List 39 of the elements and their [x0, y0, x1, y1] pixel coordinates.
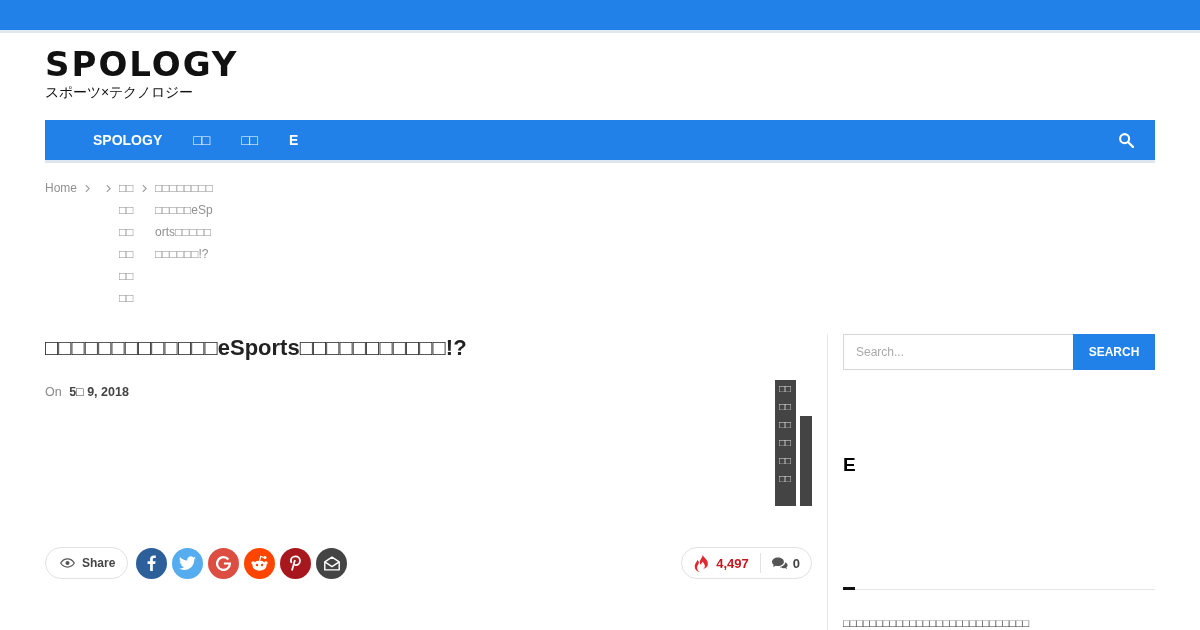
breadcrumb-link[interactable]: □□□□□□ □□□□□□	[119, 177, 134, 309]
reddit-share-button[interactable]	[244, 547, 276, 579]
search-button[interactable]: SEARCH	[1073, 334, 1155, 370]
chevron-icon	[85, 183, 90, 193]
breadcrumb-current: □□□□□□□□□□□□□eSports□□□□□□□□□□□!?	[155, 180, 214, 263]
dash-icon	[843, 587, 855, 590]
nav-link[interactable]: SPOLOGY	[93, 131, 163, 149]
google-share-button[interactable]	[208, 547, 240, 579]
date-prefix: On	[45, 385, 62, 399]
view-count: 4,497	[716, 555, 749, 571]
flame-icon	[694, 554, 710, 572]
twitter-icon	[179, 556, 197, 570]
envelope-icon	[323, 555, 340, 571]
site-tagline: スポーツ×テクノロジー	[45, 84, 194, 100]
reddit-icon	[251, 555, 269, 571]
nav-link[interactable]: E	[289, 131, 299, 149]
pinterest-share-button[interactable]	[280, 547, 312, 579]
comment-count: 0	[792, 555, 800, 571]
share-button[interactable]: Share	[45, 547, 129, 579]
search-field[interactable]: Search...	[843, 334, 1073, 370]
site-logo[interactable]: SPOLOGY	[45, 49, 239, 79]
nav-link[interactable]: □□	[193, 131, 211, 149]
nav-link[interactable]: □□	[241, 131, 259, 149]
google-icon	[216, 555, 232, 571]
widget-title: E	[843, 455, 856, 475]
pinterest-icon	[290, 555, 302, 571]
facebook-share-button[interactable]	[136, 547, 168, 579]
post-link[interactable]: □□□□□□□□□□□□□□□□□□□□□□□□□□□□	[843, 616, 1030, 630]
post-date: 5□ 9, 2018	[69, 385, 129, 399]
eye-icon	[60, 558, 75, 568]
comments-icon[interactable]	[771, 557, 788, 569]
article-title: □□□□□□□□□□□□□eSports□□□□□□□□□□□!?	[45, 334, 468, 362]
email-share-button[interactable]	[316, 547, 348, 579]
chevron-icon	[142, 183, 147, 193]
category-badge[interactable]: □□□□□□ □□□□□□	[775, 380, 796, 506]
search-icon[interactable]	[1119, 132, 1134, 148]
breadcrumb-link[interactable]: Home	[45, 177, 77, 199]
chevron-icon	[106, 183, 111, 193]
facebook-icon	[147, 555, 157, 571]
